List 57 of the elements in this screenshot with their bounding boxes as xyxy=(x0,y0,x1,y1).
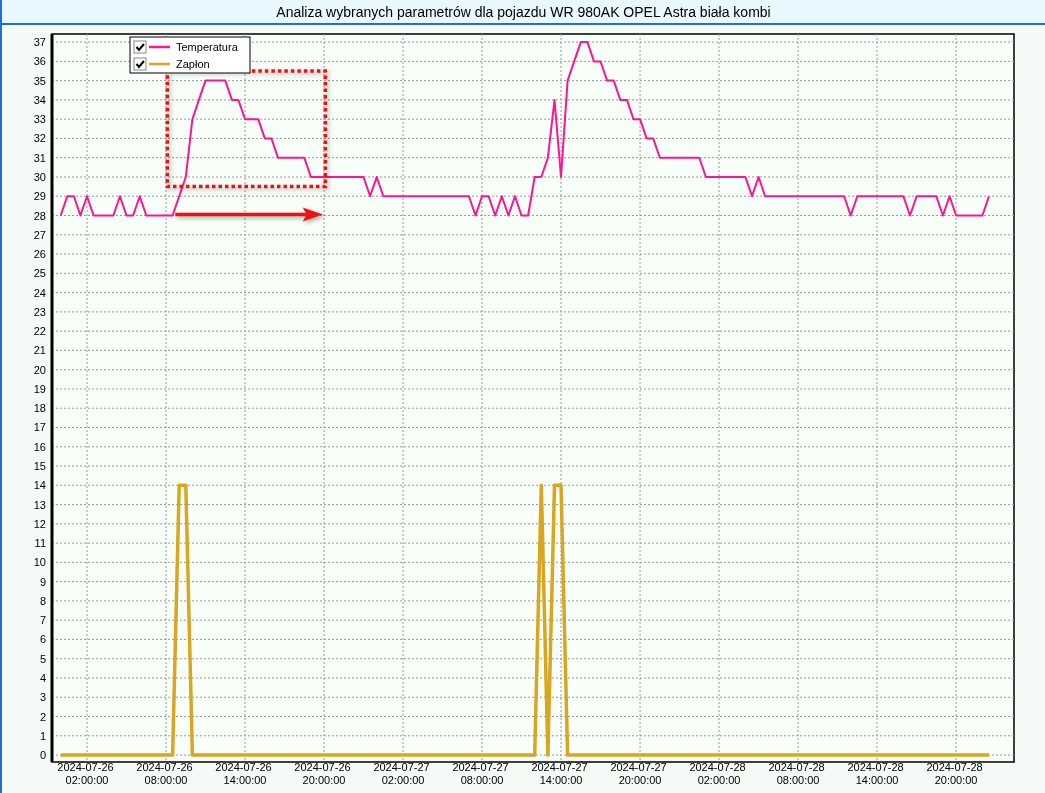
legend-swatch xyxy=(149,62,170,66)
axis-label: 6 xyxy=(39,633,46,646)
axis-label: 2024-07-26 08:00:00 xyxy=(136,761,193,786)
axis-label: 2024-07-27 14:00:00 xyxy=(531,761,588,786)
legend-checkbox[interactable] xyxy=(133,57,147,71)
axis-label: 21 xyxy=(33,344,46,357)
axis-label: 7 xyxy=(39,614,46,627)
legend-label: Temperatura xyxy=(176,41,238,53)
axis-label: 17 xyxy=(33,421,46,434)
window-title: Analiza wybranych parametrów dla pojazdu WR 980AK OPEL Astra biała kombi xyxy=(276,3,771,20)
axis-label: 4 xyxy=(39,672,46,684)
axis-label: 2024-07-27 20:00:00 xyxy=(610,761,667,786)
axis-label: 2024-07-28 02:00:00 xyxy=(689,761,746,786)
axis-label: 2024-07-27 08:00:00 xyxy=(452,761,509,786)
axis-label: 13 xyxy=(33,498,46,511)
axis-label: 2 xyxy=(39,710,46,723)
legend-label: Zapłon xyxy=(176,58,210,70)
axis-label: 2024-07-27 02:00:00 xyxy=(373,761,430,786)
axis-label: 16 xyxy=(33,440,46,453)
axis-label: 27 xyxy=(33,228,46,241)
axis-label: 5 xyxy=(39,652,46,665)
axis-label: 34 xyxy=(33,93,46,106)
axis-label: 2024-07-26 02:00:00 xyxy=(57,761,114,786)
axis-label: 22 xyxy=(33,325,46,338)
axis-label: 29 xyxy=(33,190,46,203)
axis-label: 8 xyxy=(39,594,46,607)
axis-label: 37 xyxy=(33,36,46,49)
legend-checkbox[interactable] xyxy=(133,40,147,54)
axis-label: 19 xyxy=(33,382,46,395)
axis-label: 31 xyxy=(33,151,46,164)
axis-label: 23 xyxy=(33,305,46,318)
axis-label: 24 xyxy=(33,286,46,299)
axis-label: 12 xyxy=(33,517,46,530)
axis-label: 2024-07-28 08:00:00 xyxy=(768,761,825,786)
axis-label: 10 xyxy=(33,556,46,569)
axis-label: 30 xyxy=(33,171,46,183)
axis-label: 3 xyxy=(39,691,46,704)
axis-label: 9 xyxy=(39,575,46,588)
axis-label: 25 xyxy=(33,267,46,280)
axis-label: 0 xyxy=(39,749,46,762)
axis-label: 2024-07-26 20:00:00 xyxy=(294,761,351,786)
axis-label: 2024-07-28 14:00:00 xyxy=(847,761,904,786)
axis-label: 15 xyxy=(33,460,46,472)
axis-label: 20 xyxy=(33,363,46,376)
axis-label: 36 xyxy=(33,55,46,68)
axis-label: 18 xyxy=(33,402,46,415)
axis-label: 14 xyxy=(33,479,46,492)
axis-label: 26 xyxy=(33,248,46,261)
legend-swatch xyxy=(149,45,170,49)
axis-label: 32 xyxy=(33,132,46,145)
axis-label: 11 xyxy=(34,537,46,550)
axis-label: 1 xyxy=(39,729,46,742)
axis-label: 28 xyxy=(33,209,46,222)
axis-label: 2024-07-26 14:00:00 xyxy=(215,761,272,786)
axis-label: 2024-07-28 20:00:00 xyxy=(926,761,983,786)
axis-label: 35 xyxy=(33,74,46,87)
axis-label: 33 xyxy=(33,113,46,126)
